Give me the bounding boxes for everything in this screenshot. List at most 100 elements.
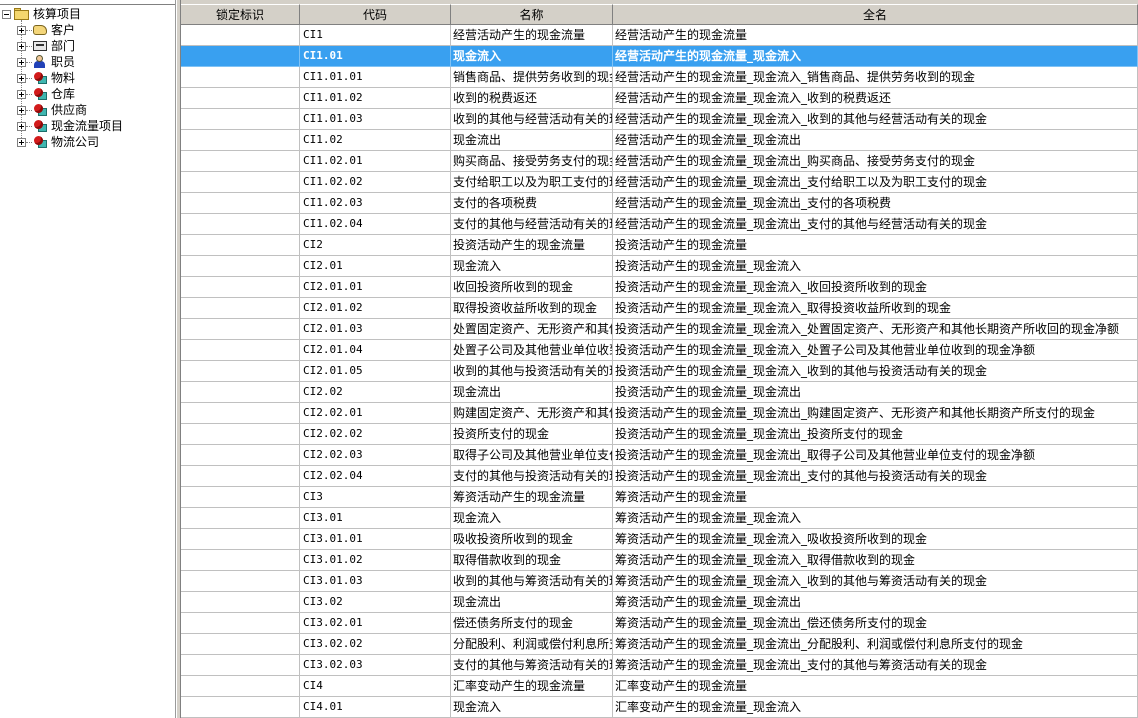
lock-flag-cell[interactable] (181, 25, 300, 46)
fullname-cell[interactable]: 投资活动产生的现金流量_现金流出 (613, 382, 1138, 403)
code-cell[interactable]: CI2.01.02 (300, 298, 451, 319)
table-row[interactable]: CI3 筹资活动产生的现金流量 筹资活动产生的现金流量 (181, 487, 1138, 508)
fullname-cell[interactable]: 筹资活动产生的现金流量_现金流出_偿还债务所支付的现金 (613, 613, 1138, 634)
column-header-lock[interactable]: 锁定标识 (181, 4, 300, 25)
name-cell[interactable]: 经营活动产生的现金流量 (451, 25, 613, 46)
table-row[interactable]: CI2 投资活动产生的现金流量 投资活动产生的现金流量 (181, 235, 1138, 256)
lock-flag-cell[interactable] (181, 172, 300, 193)
code-cell[interactable]: CI1.02.02 (300, 172, 451, 193)
fullname-cell[interactable]: 投资活动产生的现金流量_现金流入_收到的其他与投资活动有关的现金 (613, 361, 1138, 382)
name-cell[interactable]: 偿还债务所支付的现金 (451, 613, 613, 634)
table-row[interactable]: CI3.01.03收到的其他与筹资活动有关的现金筹资活动产生的现金流量_现金流入… (181, 571, 1138, 592)
table-row[interactable]: CI3.01.02 取得借款收到的现金 筹资活动产生的现金流量_现金流入_取得借款收… (181, 550, 1138, 571)
code-cell[interactable]: CI3.01 (300, 508, 451, 529)
fullname-cell[interactable]: 经营活动产生的现金流量 (613, 25, 1138, 46)
code-cell[interactable]: CI3.02.02 (300, 634, 451, 655)
lock-flag-cell[interactable] (181, 676, 300, 697)
name-cell[interactable]: 收到的其他与经营活动有关的现金 (451, 109, 613, 130)
table-row[interactable]: CI2.02.02 投资所支付的现金 投资活动产生的现金流量_现金流出_投资所支付的… (181, 424, 1138, 445)
fullname-cell[interactable]: 投资活动产生的现金流量_现金流出_支付的其他与投资活动有关的现金 (613, 466, 1138, 487)
fullname-cell[interactable]: 经营活动产生的现金流量_现金流出_支付给职工以及为职工支付的现金 (613, 172, 1138, 193)
table-row[interactable]: CI1.02.02支付给职工以及为职工支付的现金经营活动产生的现金流量_现金流出… (181, 172, 1138, 193)
lock-flag-cell[interactable] (181, 298, 300, 319)
table-row[interactable]: CI3.01 现金流入 筹资活动产生的现金流量_现金流入 (181, 508, 1138, 529)
code-cell[interactable]: CI3.01.02 (300, 550, 451, 571)
name-cell[interactable]: 现金流出 (451, 382, 613, 403)
code-cell[interactable]: CI3.02.01 (300, 613, 451, 634)
code-cell[interactable]: CI3.02.03 (300, 655, 451, 676)
name-cell[interactable]: 销售商品、提供劳务收到的现金 (451, 67, 613, 88)
fullname-cell[interactable]: 经营活动产生的现金流量_现金流入_收到的其他与经营活动有关的现金 (613, 109, 1138, 130)
table-row[interactable]: CI1.02.03 支付的各项税费 经营活动产生的现金流量_现金流出_支付的各项税费 (181, 193, 1138, 214)
column-header-name[interactable]: 名称 (451, 4, 613, 25)
fullname-cell[interactable]: 投资活动产生的现金流量_现金流入 (613, 256, 1138, 277)
lock-flag-cell[interactable] (181, 445, 300, 466)
table-row[interactable]: CI2.02.04支付的其他与投资活动有关的现金投资活动产生的现金流量_现金流出… (181, 466, 1138, 487)
code-cell[interactable]: CI3.02 (300, 592, 451, 613)
lock-flag-cell[interactable] (181, 88, 300, 109)
name-cell[interactable]: 筹资活动产生的现金流量 (451, 487, 613, 508)
lock-flag-cell[interactable] (181, 487, 300, 508)
name-cell[interactable]: 现金流入 (451, 697, 613, 718)
table-row[interactable]: CI2.01.05收到的其他与投资活动有关的现金投资活动产生的现金流量_现金流入… (181, 361, 1138, 382)
code-cell[interactable]: CI1 (300, 25, 451, 46)
name-cell[interactable]: 支付的其他与筹资活动有关的现金 (451, 655, 613, 676)
table-row[interactable]: CI2.01 现金流入 投资活动产生的现金流量_现金流入 (181, 256, 1138, 277)
tree-item[interactable]: 现金流量项目 (17, 118, 123, 134)
fullname-cell[interactable]: 筹资活动产生的现金流量_现金流出_支付的其他与筹资活动有关的现金 (613, 655, 1138, 676)
name-cell[interactable]: 现金流出 (451, 592, 613, 613)
lock-flag-cell[interactable] (181, 277, 300, 298)
fullname-cell[interactable]: 投资活动产生的现金流量_现金流入_处置子公司及其他营业单位收到的现金净额 (613, 340, 1138, 361)
code-cell[interactable]: CI2.01.04 (300, 340, 451, 361)
name-cell[interactable]: 取得借款收到的现金 (451, 550, 613, 571)
name-cell[interactable]: 取得子公司及其他营业单位支付的现金净额 (451, 445, 613, 466)
fullname-cell[interactable]: 筹资活动产生的现金流量 (613, 487, 1138, 508)
fullname-cell[interactable]: 筹资活动产生的现金流量_现金流入 (613, 508, 1138, 529)
lock-flag-cell[interactable] (181, 214, 300, 235)
expand-icon[interactable] (17, 121, 26, 131)
name-cell[interactable]: 投资所支付的现金 (451, 424, 613, 445)
table-row[interactable]: CI3.02 现金流出 筹资活动产生的现金流量_现金流出 (181, 592, 1138, 613)
lock-flag-cell[interactable] (181, 403, 300, 424)
name-cell[interactable]: 现金流出 (451, 130, 613, 151)
code-cell[interactable]: CI1.01 (300, 46, 451, 67)
name-cell[interactable]: 吸收投资所收到的现金 (451, 529, 613, 550)
lock-flag-cell[interactable] (181, 655, 300, 676)
name-cell[interactable]: 现金流入 (451, 46, 613, 67)
code-cell[interactable]: CI4 (300, 676, 451, 697)
fullname-cell[interactable]: 投资活动产生的现金流量_现金流入_取得投资收益所收到的现金 (613, 298, 1138, 319)
table-row[interactable]: CI2.02.01购建固定资产、无形资产和其他长期资产所支付的现金投资活动产生的… (181, 403, 1138, 424)
fullname-cell[interactable]: 筹资活动产生的现金流量_现金流入_吸收投资所收到的现金 (613, 529, 1138, 550)
code-cell[interactable]: CI2.02.03 (300, 445, 451, 466)
lock-flag-cell[interactable] (181, 592, 300, 613)
expand-icon[interactable] (17, 41, 26, 51)
fullname-cell[interactable]: 汇率变动产生的现金流量 (613, 676, 1138, 697)
fullname-cell[interactable]: 经营活动产生的现金流量_现金流出 (613, 130, 1138, 151)
expand-icon[interactable] (17, 73, 26, 83)
collapse-icon[interactable] (2, 9, 11, 19)
fullname-cell[interactable]: 投资活动产生的现金流量_现金流出_取得子公司及其他营业单位支付的现金净额 (613, 445, 1138, 466)
table-row[interactable]: CI1.01.03收到的其他与经营活动有关的现金经营活动产生的现金流量_现金流入… (181, 109, 1138, 130)
lock-flag-cell[interactable] (181, 361, 300, 382)
table-row[interactable]: CI2.02.03取得子公司及其他营业单位支付的现金净额投资活动产生的现金流量_… (181, 445, 1138, 466)
lock-flag-cell[interactable] (181, 508, 300, 529)
table-row[interactable]: CI3.02.03支付的其他与筹资活动有关的现金筹资活动产生的现金流量_现金流出… (181, 655, 1138, 676)
code-cell[interactable]: CI2.02.01 (300, 403, 451, 424)
fullname-cell[interactable]: 汇率变动产生的现金流量_现金流入 (613, 697, 1138, 718)
table-row[interactable]: CI1.01.02 收到的税费返还 经营活动产生的现金流量_现金流入_收到的税费返还 (181, 88, 1138, 109)
code-cell[interactable]: CI4.01 (300, 697, 451, 718)
name-cell[interactable]: 现金流入 (451, 508, 613, 529)
name-cell[interactable]: 购买商品、接受劳务支付的现金 (451, 151, 613, 172)
name-cell[interactable]: 处置子公司及其他营业单位收到的现金净额 (451, 340, 613, 361)
fullname-cell[interactable]: 经营活动产生的现金流量_现金流出_支付的各项税费 (613, 193, 1138, 214)
lock-flag-cell[interactable] (181, 571, 300, 592)
table-row[interactable]: CI2.02 现金流出 投资活动产生的现金流量_现金流出 (181, 382, 1138, 403)
fullname-cell[interactable]: 筹资活动产生的现金流量_现金流入_取得借款收到的现金 (613, 550, 1138, 571)
fullname-cell[interactable]: 经营活动产生的现金流量_现金流入 (613, 46, 1138, 67)
table-row[interactable]: CI2.01.01 收回投资所收到的现金 投资活动产生的现金流量_现金流入_收回投资… (181, 277, 1138, 298)
code-cell[interactable]: CI2.02.04 (300, 466, 451, 487)
lock-flag-cell[interactable] (181, 529, 300, 550)
expand-icon[interactable] (17, 57, 26, 67)
code-cell[interactable]: CI2.02.02 (300, 424, 451, 445)
table-row[interactable]: CI1.02 现金流出 经营活动产生的现金流量_现金流出 (181, 130, 1138, 151)
